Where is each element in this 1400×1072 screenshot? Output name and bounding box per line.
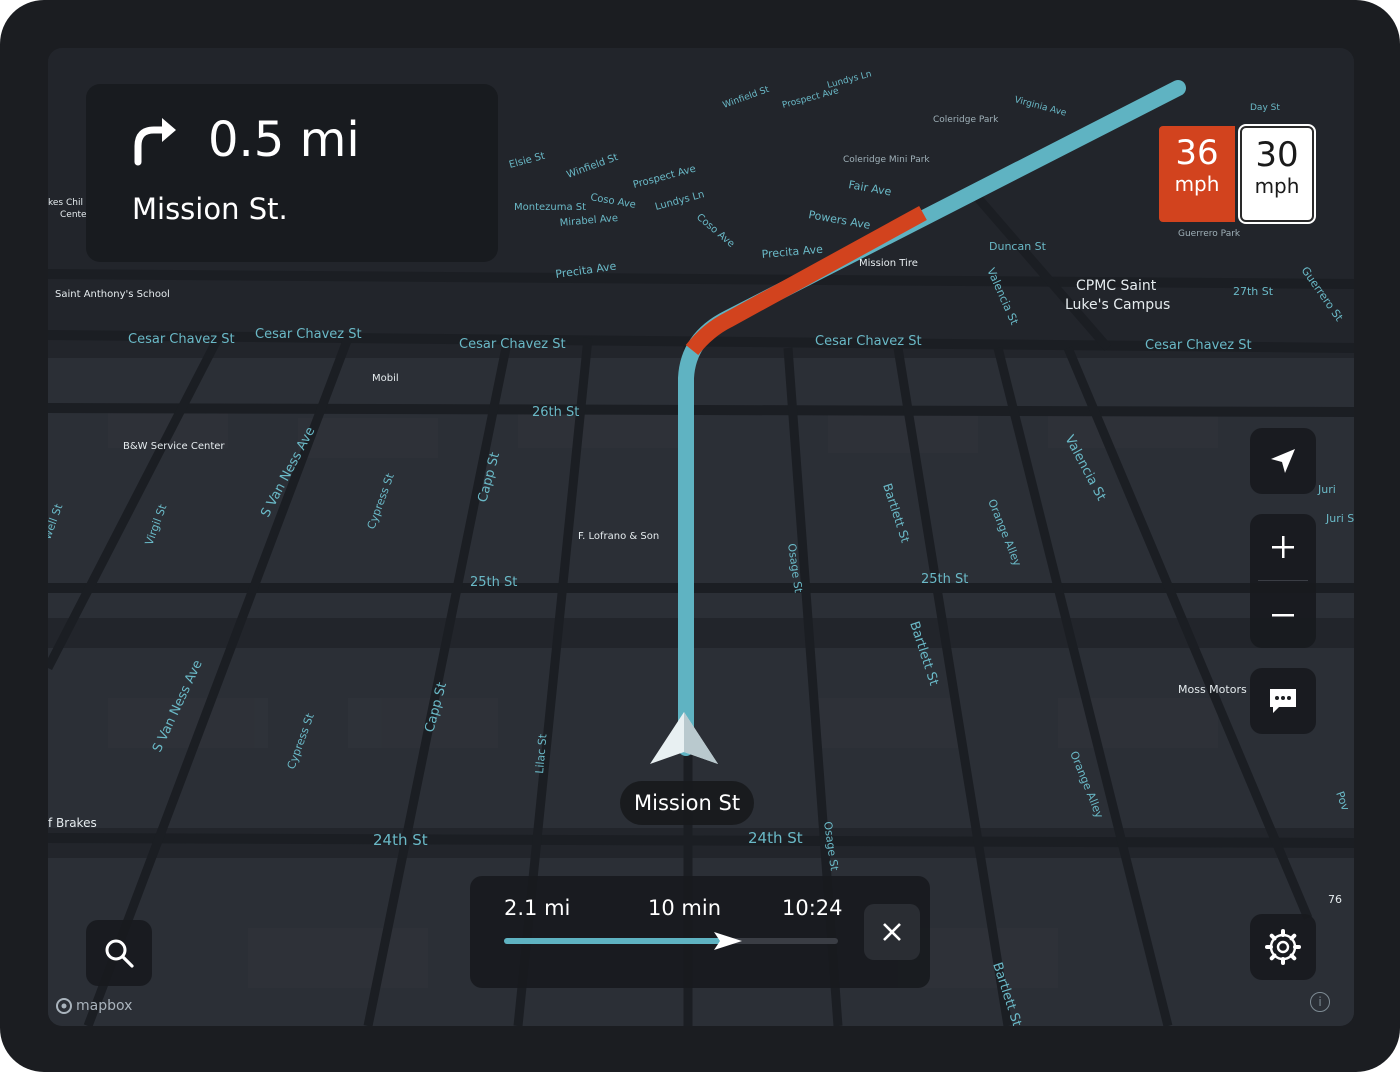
poi-label: B&W Service Center bbox=[123, 441, 225, 452]
poi-label: Coleridge Park bbox=[933, 115, 999, 125]
maneuver-street: Mission St. bbox=[132, 192, 288, 226]
maneuver-panel: 0.5 mi Mission St. bbox=[86, 84, 498, 262]
search-button[interactable] bbox=[86, 920, 152, 986]
zoom-controls bbox=[1250, 514, 1316, 648]
street-label: Duncan St bbox=[989, 240, 1047, 253]
street-label: Day St bbox=[1250, 103, 1280, 113]
street-label: Juri St bbox=[1325, 512, 1354, 525]
maneuver-distance: 0.5 mi bbox=[208, 112, 360, 168]
minus-icon bbox=[1272, 614, 1294, 617]
street-label: 26th St bbox=[532, 405, 579, 420]
arrival-time: 10:24 bbox=[782, 896, 843, 920]
poi-label: Moss Motors bbox=[1178, 683, 1247, 696]
remaining-distance: 2.1 mi bbox=[504, 896, 571, 920]
current-speed: 36 mph bbox=[1159, 126, 1235, 222]
trip-progress-panel: 2.1 mi 10 min 10:24 bbox=[470, 876, 930, 988]
tablet-frame: Cesar Chavez St Cesar Chavez St Cesar Ch… bbox=[0, 0, 1400, 1072]
speed-limit-sign: 30 mph bbox=[1238, 124, 1316, 224]
poi-label: f Brakes bbox=[48, 816, 97, 830]
street-label: 27th St bbox=[1233, 285, 1274, 298]
speed-limit-unit: mph bbox=[1254, 174, 1300, 198]
current-speed-value: 36 bbox=[1175, 133, 1219, 173]
location-arrow-icon bbox=[1271, 449, 1295, 473]
street-label: 24th St bbox=[748, 829, 803, 847]
trip-progress-fill bbox=[504, 938, 728, 944]
poi-label: Cente bbox=[60, 210, 87, 220]
poi-label: CPMC Saint bbox=[1076, 278, 1157, 294]
zoom-in-button[interactable] bbox=[1250, 514, 1316, 580]
street-label: 25th St bbox=[470, 575, 517, 590]
poi-label: Mission Tire bbox=[859, 258, 918, 269]
poi-label: F. Lofrano & Son bbox=[578, 531, 659, 542]
poi-label: kes Chil bbox=[48, 198, 83, 208]
poi-label: Saint Anthony's School bbox=[55, 289, 170, 300]
poi-label: Mobil bbox=[372, 373, 399, 384]
current-road-label: Mission St bbox=[620, 781, 755, 825]
poi-label: Luke's Campus bbox=[1065, 297, 1170, 313]
mapbox-logo: mapbox bbox=[56, 998, 132, 1014]
progress-arrow-icon bbox=[713, 932, 742, 950]
street-label: Cesar Chavez St bbox=[1145, 338, 1252, 353]
mapbox-icon bbox=[56, 998, 72, 1014]
current-speed-unit: mph bbox=[1174, 172, 1220, 196]
recenter-button[interactable] bbox=[1250, 428, 1316, 494]
remaining-time: 10 min bbox=[648, 896, 721, 920]
navigation-screen: Cesar Chavez St Cesar Chavez St Cesar Ch… bbox=[48, 48, 1354, 1026]
plus-icon bbox=[1272, 536, 1294, 558]
attribution-info-button[interactable]: i bbox=[1310, 992, 1330, 1012]
street-label: Cesar Chavez St bbox=[815, 334, 922, 349]
zoom-out-button[interactable] bbox=[1250, 582, 1316, 648]
street-label: 25th St bbox=[921, 572, 968, 587]
street-label: 24th St bbox=[373, 831, 428, 849]
street-label: Juri bbox=[1317, 483, 1336, 496]
search-icon bbox=[105, 939, 134, 968]
close-icon bbox=[883, 923, 901, 941]
poi-label: Coleridge Mini Park bbox=[843, 155, 930, 165]
street-label: Montezuma St bbox=[514, 202, 586, 213]
poi-label: Guerrero Park bbox=[1178, 229, 1241, 239]
feedback-button[interactable] bbox=[1250, 668, 1316, 734]
turn-right-icon bbox=[134, 118, 176, 166]
poi-label: 76 bbox=[1328, 893, 1342, 906]
end-navigation-button[interactable] bbox=[864, 904, 920, 960]
street-label: Cesar Chavez St bbox=[128, 332, 235, 347]
trip-progress-bar bbox=[504, 932, 838, 950]
settings-button[interactable] bbox=[1250, 914, 1316, 980]
speed-limit-value: 30 bbox=[1255, 135, 1299, 175]
street-label: Cesar Chavez St bbox=[255, 327, 362, 342]
gear-icon bbox=[1265, 929, 1301, 965]
mapbox-wordmark: mapbox bbox=[76, 998, 133, 1014]
chat-icon bbox=[1270, 689, 1296, 713]
street-label: Cesar Chavez St bbox=[459, 337, 566, 352]
